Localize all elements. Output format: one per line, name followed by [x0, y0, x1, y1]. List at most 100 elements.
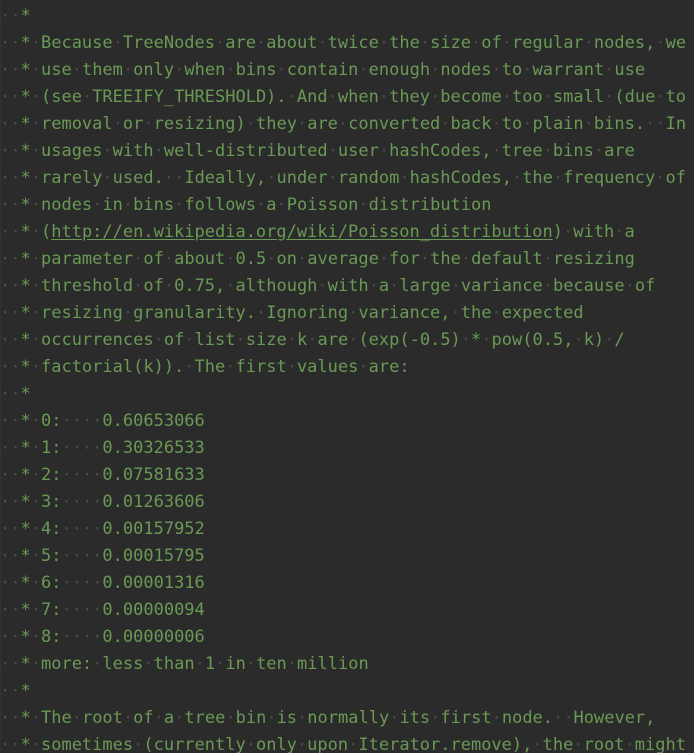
comment-text: is [276, 708, 298, 728]
comment-text: become [440, 87, 502, 107]
comment-text: use [614, 60, 646, 80]
comment-text: to [665, 87, 687, 107]
javadoc-star: * [20, 222, 31, 242]
whitespace-dot: · [419, 33, 431, 53]
code-line[interactable]: ··*·5:····0.00015795 [0, 543, 694, 570]
code-line[interactable]: ··*·factorial(k)).·The·first·values·are: [0, 354, 694, 381]
whitespace-dot: · [30, 87, 41, 107]
code-line[interactable]: ··*·occurrences·of·list·size·k·are·(exp(… [0, 327, 694, 354]
whitespace-dot: ·· [0, 33, 21, 53]
code-line[interactable]: ··* [0, 3, 694, 30]
code-line[interactable]: ··*·The·root·of·a·tree·bin·is·normally·i… [0, 705, 694, 732]
comment-text: random [337, 168, 400, 188]
code-line[interactable]: ··*·resizing·granularity.·Ignoring·varia… [0, 300, 694, 327]
whitespace-dot: · [30, 33, 41, 53]
comment-text: of [163, 330, 185, 350]
comment-text: in [102, 195, 123, 215]
whitespace-dot: · [491, 708, 502, 728]
whitespace-dot: ·· [0, 708, 21, 728]
whitespace-dot: ·· [0, 276, 21, 296]
comment-text: frequency [563, 168, 656, 188]
code-line[interactable]: ··*·1:····0.30326533 [0, 435, 694, 462]
code-line[interactable]: ··*·Because·TreeNodes·are·about·twice·th… [0, 30, 694, 57]
whitespace-dot: · [245, 654, 257, 674]
code-line[interactable]: ··*·more:·less·than·1·in·ten·million [0, 651, 694, 678]
whitespace-dot: · [184, 357, 195, 377]
whitespace-dot: ···· [61, 600, 103, 620]
comment-text: for [389, 249, 420, 269]
whitespace-dot: · [30, 546, 41, 566]
code-line[interactable]: ··*·0:····0.60653066 [0, 408, 694, 435]
whitespace-dot: · [30, 303, 41, 323]
comment-text: the [542, 735, 574, 753]
code-line[interactable]: ··*·(see·TREEIFY_THRESHOLD).·And·when·th… [0, 84, 694, 111]
comment-text: The [40, 708, 72, 728]
whitespace-dot: · [296, 114, 308, 134]
whitespace-dot: ·· [0, 735, 21, 753]
comment-text: are [225, 33, 256, 53]
whitespace-dot: · [133, 276, 144, 296]
whitespace-dot: · [174, 708, 185, 728]
whitespace-dot: · [92, 654, 103, 674]
whitespace-dot: ·· [0, 195, 21, 215]
code-line[interactable]: ··*·8:····0.00000006 [0, 624, 694, 651]
comment-text: on [276, 249, 297, 269]
code-line[interactable]: ··*·sometimes·(currently·only·upon·Itera… [0, 732, 694, 753]
whitespace-dot: · [286, 357, 297, 377]
whitespace-dot: · [30, 519, 41, 539]
comment-text: TreeNodes [122, 33, 216, 53]
code-line[interactable]: ··*·nodes·in·bins·follows·a·Poisson·dist… [0, 192, 694, 219]
comment-text: of [143, 249, 164, 269]
whitespace-dot: · [30, 114, 41, 134]
comment-text: 0.00000006 [102, 627, 205, 647]
comment-text: back [450, 114, 492, 134]
comment-text: * [471, 330, 482, 350]
code-line[interactable]: ··*·2:····0.07581633 [0, 462, 694, 489]
code-line[interactable]: ··*·threshold·of·0.75,·although·with·a·l… [0, 273, 694, 300]
whitespace-dot: ·· [0, 222, 21, 242]
comment-text: 0.00000094 [102, 600, 205, 620]
code-line[interactable]: ··*·removal·or·resizing)·they·are·conver… [0, 111, 694, 138]
whitespace-dot: ·· [0, 330, 21, 350]
whitespace-dot: ···· [61, 411, 103, 431]
comment-text: only [255, 735, 297, 753]
javadoc-star: * [20, 303, 31, 323]
comment-text: are [317, 330, 349, 350]
whitespace-dot: · [81, 87, 93, 107]
comment-text: first [235, 357, 287, 377]
comment-text: Poisson [286, 195, 359, 215]
whitespace-dot: · [225, 276, 236, 296]
code-line[interactable]: ··*·parameter·of·about·0.5·on·average·fo… [0, 246, 694, 273]
code-line[interactable]: ··*·7:····0.00000094 [0, 597, 694, 624]
whitespace-dot: · [542, 249, 553, 269]
comment-text: node. [501, 708, 554, 728]
code-line[interactable]: ··*·rarely·used.··Ideally,·under·random·… [0, 165, 694, 192]
javadoc-star: * [20, 6, 31, 26]
code-line[interactable]: ··* [0, 381, 694, 408]
code-line[interactable]: ··*·4:····0.00157952 [0, 516, 694, 543]
whitespace-dot: · [30, 411, 41, 431]
javadoc-star: * [20, 330, 31, 350]
javadoc-star: * [20, 168, 31, 188]
code-line[interactable]: ··* [0, 678, 694, 705]
javadoc-star: * [20, 249, 31, 269]
code-line[interactable]: ··*·3:····0.01263606 [0, 489, 694, 516]
whitespace-dot: · [276, 60, 287, 80]
code-line[interactable]: ··*·6:····0.00001316 [0, 570, 694, 597]
code-line[interactable]: ··*·(http://en.wikipedia.org/wiki/Poisso… [0, 219, 694, 246]
whitespace-dot: · [501, 33, 513, 53]
code-line[interactable]: ··*·use·them·only·when·bins·contain·enou… [0, 57, 694, 84]
comment-text: the [430, 249, 461, 269]
comment-text: 7: [40, 600, 62, 620]
code-editor[interactable]: ··* ··*·Because·TreeNodes·are·about·twice… [0, 0, 694, 753]
whitespace-dot: · [317, 276, 328, 296]
comment-text: default [471, 249, 543, 269]
whitespace-dot: · [419, 249, 431, 269]
comment-text: Ideally, [184, 168, 267, 188]
comment-text: about [174, 249, 226, 269]
whitespace-dot: ·· [0, 114, 21, 134]
code-line[interactable]: ··*·usages·with·well-distributed·user·ha… [0, 138, 694, 165]
comment-text: bins [552, 141, 594, 161]
wikipedia-link[interactable]: http://en.wikipedia.org/wiki/Poisson_dis… [51, 222, 553, 242]
whitespace-dot: · [266, 708, 277, 728]
